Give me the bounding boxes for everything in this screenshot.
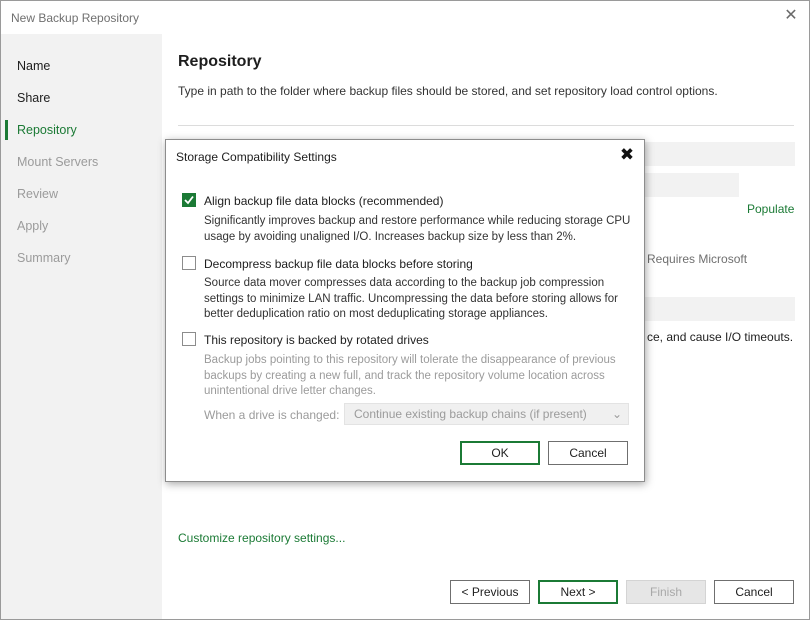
cancel-button[interactable]: Cancel xyxy=(714,580,794,604)
check-icon xyxy=(184,195,194,205)
customize-repository-settings-link[interactable]: Customize repository settings... xyxy=(178,531,345,545)
sidebar-item-summary: Summary xyxy=(17,251,71,265)
chevron-down-icon: ⌄ xyxy=(611,407,622,421)
decompress-blocks-description: Source data mover compresses data accord… xyxy=(204,277,618,320)
populate-link[interactable]: Populate xyxy=(747,202,794,216)
sidebar-item-share[interactable]: Share xyxy=(1,87,162,109)
sidebar-item-repository[interactable]: Repository xyxy=(1,119,162,141)
share-field-background[interactable] xyxy=(645,173,739,197)
title-bar: New Backup Repository ✕ xyxy=(1,1,809,34)
decompress-blocks-checkbox[interactable] xyxy=(182,256,196,270)
next-button[interactable]: Next > xyxy=(538,580,618,604)
header-divider xyxy=(178,125,794,126)
sidebar-item-mount-servers: Mount Servers xyxy=(17,155,99,169)
close-icon[interactable]: ✕ xyxy=(783,8,799,24)
path-field-background[interactable] xyxy=(645,142,795,166)
rotated-drives-label[interactable]: This repository is backed by rotated dri… xyxy=(204,333,429,347)
load-control-field-background[interactable] xyxy=(645,297,795,321)
rotated-drives-description: Backup jobs pointing to this repository … xyxy=(204,354,616,397)
window-title: New Backup Repository xyxy=(11,11,140,25)
align-blocks-checkbox[interactable] xyxy=(182,193,196,207)
page-title: Repository xyxy=(178,53,262,70)
partial-requirement-text: Requires Microsoft xyxy=(647,252,748,266)
close-icon[interactable]: ✖ xyxy=(618,146,636,164)
previous-button[interactable]: < Previous xyxy=(450,580,530,604)
rotated-drives-checkbox[interactable] xyxy=(182,332,196,346)
ok-button[interactable]: OK xyxy=(460,441,540,465)
partial-timeout-text: ce, and cause I/O timeouts. xyxy=(647,330,794,344)
drive-change-select: Continue existing backup chains (if pres… xyxy=(344,403,629,425)
sidebar-item-name[interactable]: Name xyxy=(1,55,162,77)
page-subtitle: Type in path to the folder where backup … xyxy=(178,84,718,98)
decompress-blocks-label[interactable]: Decompress backup file data blocks befor… xyxy=(204,257,473,271)
storage-compatibility-dialog: Storage Compatibility Settings ✖ Align b… xyxy=(165,139,645,482)
sidebar-item-review: Review xyxy=(17,187,58,201)
align-blocks-label[interactable]: Align backup file data blocks (recommend… xyxy=(204,194,443,208)
dialog-cancel-button[interactable]: Cancel xyxy=(548,441,628,465)
align-blocks-description: Significantly improves backup and restor… xyxy=(204,215,631,243)
dialog-title: Storage Compatibility Settings xyxy=(176,150,337,164)
drive-change-selected-value: Continue existing backup chains (if pres… xyxy=(354,407,587,421)
wizard-steps-sidebar: Name Share Repository Mount Servers Revi… xyxy=(1,34,162,619)
sidebar-item-apply: Apply xyxy=(17,219,49,233)
finish-button: Finish xyxy=(626,580,706,604)
drive-change-label: When a drive is changed: xyxy=(204,408,340,422)
